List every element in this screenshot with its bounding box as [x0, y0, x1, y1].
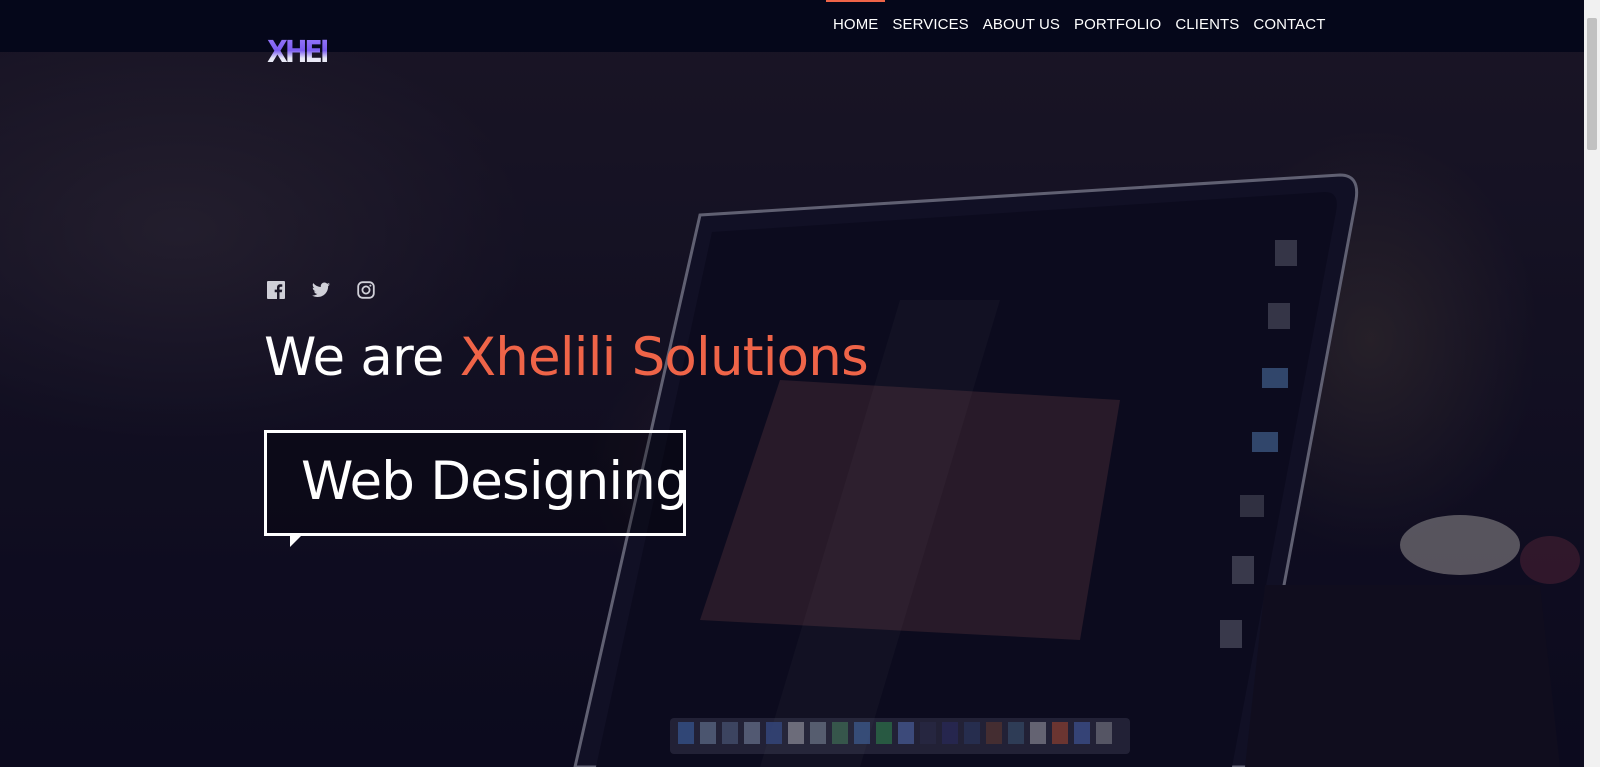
nav-portfolio[interactable]: PORTFOLIO: [1067, 0, 1168, 52]
headline-prefix: We are: [264, 327, 444, 388]
brand-logo[interactable]: XHELILI: [267, 27, 365, 79]
top-navbar: XHELILI HOME SERVICES ABOUT US PORTFOLIO…: [0, 0, 1584, 70]
social-links: [267, 281, 375, 299]
page-scrollbar[interactable]: [1584, 0, 1600, 767]
nav-home[interactable]: HOME: [826, 0, 886, 52]
nav-clients[interactable]: CLIENTS: [1168, 0, 1246, 52]
hero-headline: We are Xhelili Solutions: [264, 327, 869, 388]
scrollbar-thumb[interactable]: [1587, 18, 1597, 150]
twitter-icon[interactable]: [312, 281, 330, 299]
nav-contact[interactable]: CONTACT: [1246, 0, 1332, 52]
nav-services[interactable]: SERVICES: [885, 0, 975, 52]
rotating-text: Web Designing: [301, 451, 689, 512]
facebook-icon[interactable]: [267, 281, 285, 299]
instagram-icon[interactable]: [357, 281, 375, 299]
headline-accent: Xhelili Solutions: [459, 327, 869, 388]
main-nav: HOME SERVICES ABOUT US PORTFOLIO CLIENTS…: [826, 0, 1332, 52]
speech-bubble-tail: [290, 533, 304, 547]
nav-about-us[interactable]: ABOUT US: [976, 0, 1067, 52]
rotating-text-box: Web Designing: [264, 430, 689, 536]
